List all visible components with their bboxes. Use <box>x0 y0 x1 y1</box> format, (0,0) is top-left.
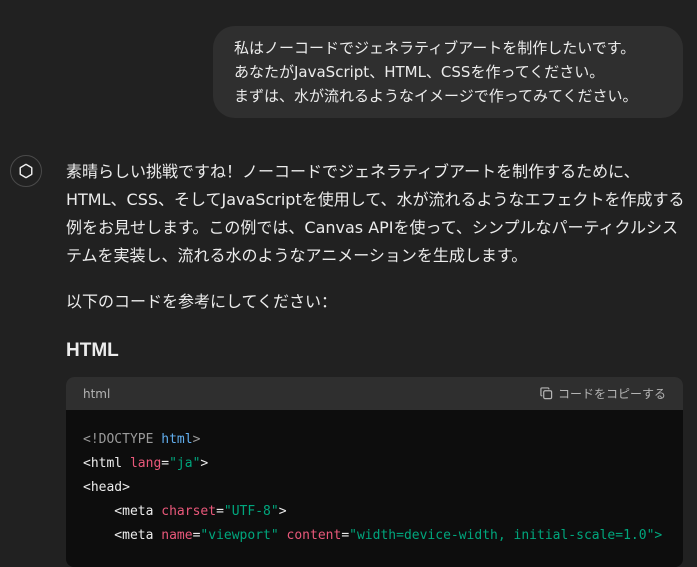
code-token: name <box>161 528 193 543</box>
copy-code-label: コードをコピーする <box>557 387 666 401</box>
openai-logo-icon <box>19 163 33 179</box>
assistant-intro-paragraph: 素晴らしい挑戦ですね！ノーコードでジェネラティブアートを制作するために、 HTM… <box>66 158 686 270</box>
copy-icon <box>540 387 553 400</box>
code-token: = <box>216 504 224 519</box>
user-message-line: 私はノーコードでジェネラティブアートを制作したいです。 <box>234 39 636 57</box>
code-block-header: html コードをコピーする <box>66 377 683 410</box>
code-token: > <box>278 504 287 519</box>
section-heading: HTML <box>66 340 119 361</box>
code-token: <!DOCTYPE <box>83 432 162 447</box>
code-line: <head> <box>83 476 683 500</box>
code-token: <head> <box>83 480 130 495</box>
assistant-intro-line: 素晴らしい挑戦ですね！ノーコードでジェネラティブアートを制作するために、 <box>66 162 640 181</box>
code-token: > <box>192 432 201 447</box>
user-message-line: あなたがJavaScript、HTML、CSSを作ってください。 <box>234 63 605 81</box>
user-message-line: まずは、水が流れるようなイメージで作ってみてください。 <box>234 87 638 105</box>
assistant-message: 素晴らしい挑戦ですね！ノーコードでジェネラティブアートを制作するために、 HTM… <box>66 158 686 270</box>
code-token: <meta <box>83 504 162 519</box>
code-token: lang <box>129 456 162 471</box>
code-token: "viewport" <box>200 528 279 543</box>
code-token: "ja" <box>169 456 201 471</box>
code-token: = <box>161 456 170 471</box>
code-token: > <box>200 456 209 471</box>
assistant-avatar <box>10 155 42 187</box>
code-token: = <box>341 528 350 543</box>
assistant-intro-line: テムを実装し、流れる水のようなアニメーションを生成します。 <box>66 246 528 265</box>
code-token: charset <box>161 504 217 519</box>
code-line: <meta name="viewport" content="width=dev… <box>83 524 683 548</box>
assistant-followup-text: 以下のコードを参考にしてください： <box>66 292 338 311</box>
code-line: <meta charset="UTF-8"> <box>83 500 683 524</box>
code-token: "UTF-8" <box>223 504 279 519</box>
code-block: html コードをコピーする <!DOCTYPE html> <html lang… <box>66 377 683 567</box>
code-line: <!DOCTYPE html> <box>83 428 683 452</box>
code-token: html <box>161 432 193 447</box>
code-token: <meta <box>83 528 162 543</box>
code-token: content <box>286 528 342 543</box>
code-content: <!DOCTYPE html> <html lang="ja"> <head> <m… <box>66 410 683 548</box>
assistant-intro-line: HTML、CSS、そしてJavaScriptを使用して、水が流れるようなエフェク… <box>66 190 685 209</box>
code-line: <html lang="ja"> <box>83 452 683 476</box>
code-language-label: html <box>83 386 111 401</box>
copy-code-button[interactable]: コードをコピーする <box>540 385 666 402</box>
code-token: <html <box>83 456 130 471</box>
assistant-intro-line: 例をお見せします。この例では、Canvas APIを使って、シンプルなパーティク… <box>66 218 679 237</box>
user-message-bubble: 私はノーコードでジェネラティブアートを制作したいです。 あなたがJavaScri… <box>213 26 683 118</box>
code-token: "width=device-width, initial-scale=1.0"> <box>349 528 663 543</box>
